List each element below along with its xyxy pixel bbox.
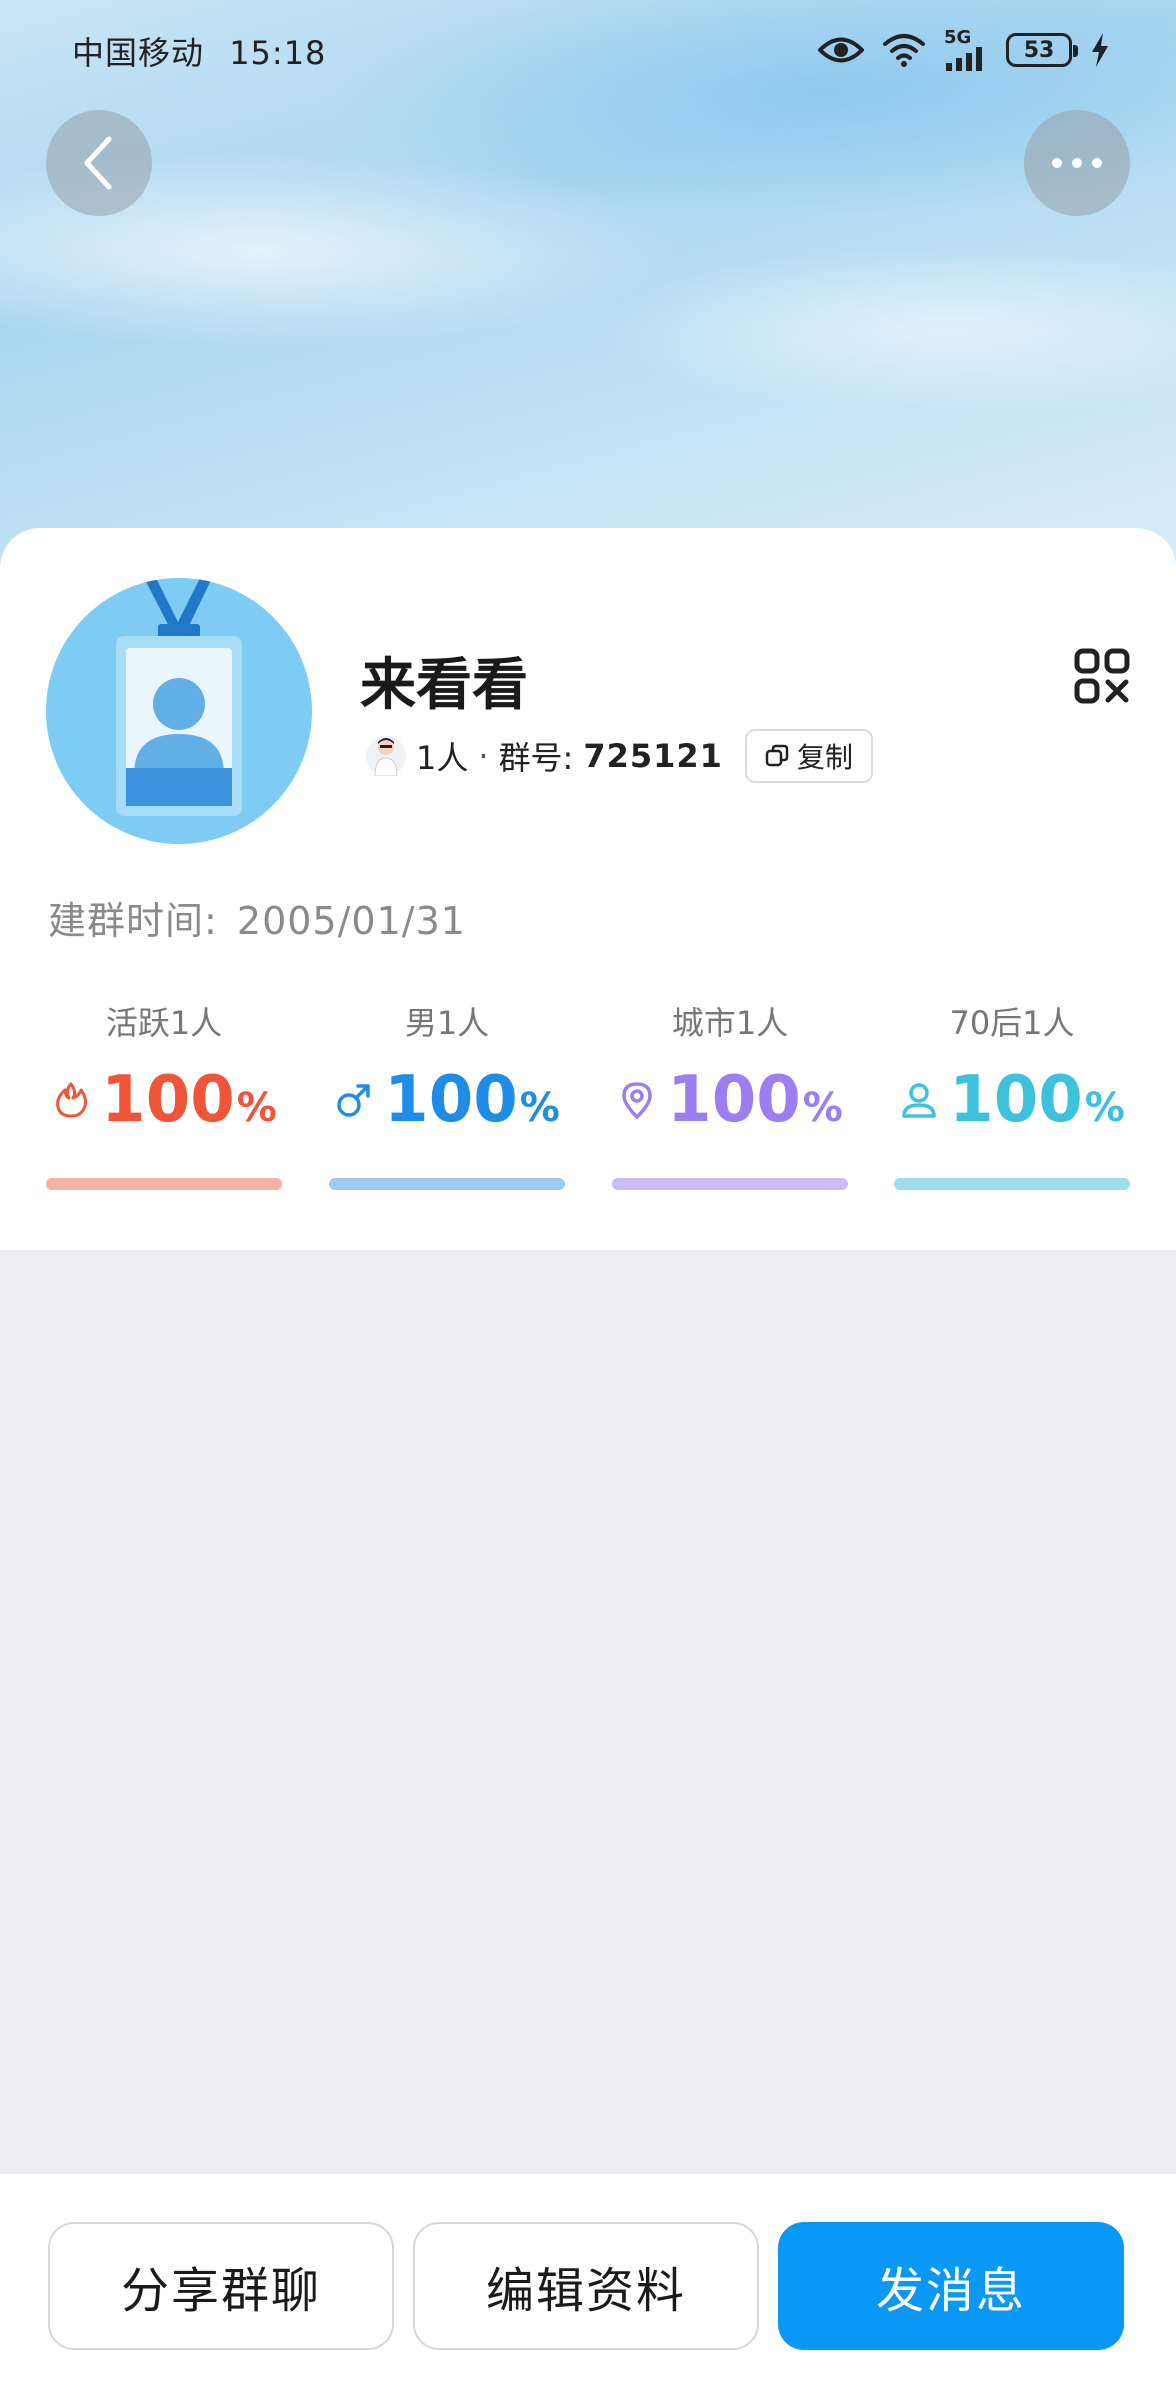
location-pin-icon [622, 1082, 652, 1119]
more-options-button[interactable] [1024, 110, 1130, 216]
share-group-label: 分享群聊 [120, 2263, 321, 2319]
group-name: 来看看 [360, 653, 528, 718]
status-bar: 中国移动 15:18 5G 53 [0, 0, 1176, 100]
stat-bar-track [612, 1178, 848, 1190]
group-id-label: 群号: [498, 739, 574, 777]
group-id-value: 725121 [583, 737, 723, 775]
stat-label: 城市1人 [671, 1004, 789, 1042]
created-date-value: 2005/01/31 [236, 899, 466, 943]
carrier-label: 中国移动 [72, 34, 205, 72]
stat-label: 活跃1人 [105, 1004, 223, 1042]
stat-city: 城市1人 100 % [612, 998, 848, 1190]
meta-separator: · [478, 737, 489, 775]
chevron-left-icon [84, 136, 112, 190]
eye-icon [818, 37, 864, 63]
stat-value: 100 % [46, 1068, 282, 1132]
stat-value: 100 % [329, 1068, 565, 1132]
stat-unit: % [236, 1085, 277, 1131]
edit-profile-button[interactable]: 编辑资料 [413, 2222, 759, 2350]
stat-label: 男1人 [404, 1004, 490, 1042]
group-profile-screen: 中国移动 15:18 5G 53 来看看 1人 · 群号: 725121 复制 … [0, 0, 1176, 2400]
stat-unit: % [1084, 1085, 1125, 1131]
send-message-button[interactable]: 发消息 [778, 2222, 1124, 2350]
id-badge-icon [116, 578, 242, 816]
signal-bars-icon [946, 47, 982, 71]
member-count: 1人 [416, 739, 469, 777]
battery-level: 53 [1023, 37, 1055, 63]
share-group-button[interactable]: 分享群聊 [48, 2222, 394, 2350]
qr-code-icon [1074, 648, 1130, 704]
cellular-signal: 5G [944, 29, 988, 71]
stat-unit: % [519, 1085, 560, 1131]
member-avatar [366, 736, 406, 776]
stat-number: 100 [384, 1063, 518, 1137]
stat-unit: % [802, 1085, 843, 1131]
person-icon [902, 1083, 936, 1118]
stat-age-70s: 70后1人 100 % [894, 998, 1130, 1190]
stat-number: 100 [949, 1063, 1083, 1137]
qr-code-button[interactable] [1074, 648, 1130, 704]
stat-bar-fill [612, 1178, 848, 1190]
stat-number: 100 [101, 1063, 235, 1137]
copy-group-id-button[interactable]: 复制 [744, 729, 873, 783]
flame-icon [56, 1082, 88, 1118]
stat-active: 活跃1人 100 % [46, 998, 282, 1190]
bottom-action-bar: 分享群聊 编辑资料 发消息 [0, 2174, 1176, 2400]
edit-profile-label: 编辑资料 [485, 2263, 686, 2319]
created-date-row: 建群时间: 2005/01/31 [48, 890, 466, 945]
ellipsis-icon [1052, 158, 1102, 168]
stat-bar-track [46, 1178, 282, 1190]
stat-bar-track [894, 1178, 1130, 1190]
member-figure-icon [374, 738, 398, 776]
wifi-icon [883, 34, 925, 67]
battery-indicator: 53 [1006, 33, 1078, 67]
send-message-label: 发消息 [875, 2263, 1026, 2319]
group-info-card: 来看看 1人 · 群号: 725121 复制 建群时间: 2005/01/31 … [0, 528, 1176, 1250]
stat-label: 70后1人 [949, 1004, 1075, 1042]
stat-value: 100 % [894, 1068, 1130, 1132]
group-avatar[interactable] [46, 578, 312, 844]
member-stats: 活跃1人 100 % 男1人 100 % 城市1人 100 % 70后1人 10… [46, 998, 1130, 1190]
charging-bolt-icon [1092, 33, 1108, 67]
copy-icon [765, 744, 789, 767]
status-bar-right: 5G 53 [818, 28, 1110, 72]
status-bar-left: 中国移动 15:18 [72, 28, 340, 74]
network-type-label: 5G [944, 27, 972, 48]
stat-bar-fill [46, 1178, 282, 1190]
stat-bar-fill [329, 1178, 565, 1190]
stat-bar-track [329, 1178, 565, 1190]
created-date-label: 建群时间: [48, 899, 218, 943]
group-meta-row: 1人 · 群号: 725121 复制 [366, 728, 873, 784]
male-icon [337, 1084, 370, 1117]
stat-number: 100 [667, 1063, 801, 1137]
back-button[interactable] [46, 110, 152, 216]
stat-bar-fill [894, 1178, 1130, 1190]
clock-label: 15:18 [229, 34, 327, 72]
stat-value: 100 % [612, 1068, 848, 1132]
copy-label: 复制 [796, 741, 853, 774]
stat-male: 男1人 100 % [329, 998, 565, 1190]
